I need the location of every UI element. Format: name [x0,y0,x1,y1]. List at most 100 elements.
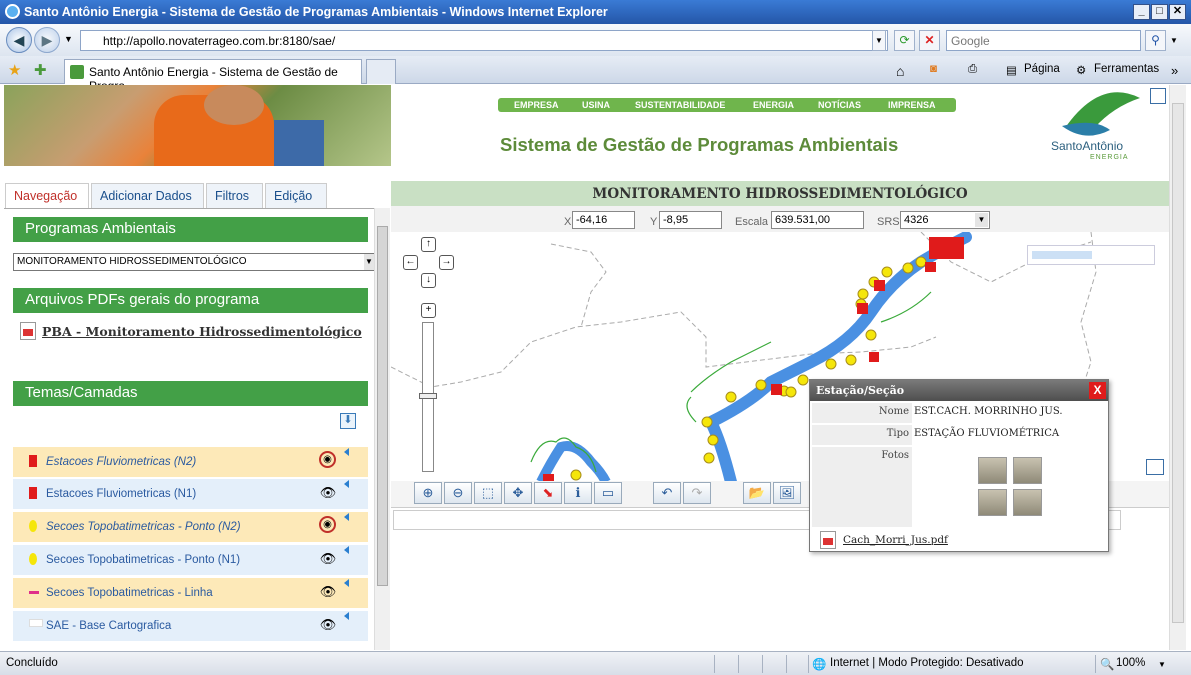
eye-hidden-icon[interactable]: ◉ [319,451,336,468]
nav-empresa[interactable]: EMPRESA [514,100,559,110]
tools-menu[interactable]: Ferramentas [1094,63,1159,75]
export-image-icon[interactable]: 🖼 [773,482,801,504]
layer-expand-icon[interactable] [344,579,349,587]
page-scrollbar[interactable] [1169,85,1186,650]
layer-item[interactable]: SAE - Base Cartografica 👁 [13,611,368,641]
left-panel-scrollbar[interactable] [374,208,390,650]
stop-icon[interactable]: ✕ [919,30,940,51]
logo-sub: ENERGIA [1090,154,1129,161]
pan-down-button[interactable]: ↓ [421,273,436,288]
zoom-icon: 🔍 [1100,659,1115,671]
popup-row-tipo: Tipo ESTAÇÃO FLUVIOMÉTRICA [812,425,1108,445]
more-commands-icon[interactable]: » [1171,63,1178,78]
programa-select[interactable]: MONITORAMENTO HIDROSSEDIMENTOLÓGICO ▼ [13,253,375,271]
eye-icon[interactable]: 👁 [319,485,337,501]
eye-icon[interactable]: 👁 [319,551,337,567]
page-menu[interactable]: Página [1024,63,1060,75]
undo-icon[interactable]: ↶ [653,482,681,504]
feeds-icon[interactable]: ◙ [930,63,937,75]
layer-item[interactable]: Secoes Topobatimetricas - Ponto (N1) 👁 [13,545,368,575]
overview-map[interactable] [1027,245,1155,265]
history-dropdown-icon[interactable]: ▼ [64,34,73,44]
y-field[interactable]: -8,95 [659,211,722,229]
print-icon[interactable]: ⎙ [968,63,977,76]
zoom-slider[interactable] [419,322,437,472]
page-maximize-button[interactable] [1150,88,1166,104]
eye-icon[interactable]: 👁 [319,584,337,600]
tab-adicionar-dados[interactable]: Adicionar Dados [91,183,204,209]
window-title: Santo Antônio Energia - Sistema de Gestã… [24,5,608,19]
nav-usina[interactable]: USINA [582,100,610,110]
srs-select[interactable]: 4326 ▼ [900,211,990,229]
x-field[interactable]: -64,16 [572,211,635,229]
nav-energia[interactable]: ENERGIA [753,100,794,110]
favorites-star-icon[interactable]: ★ [8,61,21,79]
photo-thumbnail[interactable] [978,489,1007,516]
zoom-in-button[interactable]: + [421,303,436,318]
info-tool-icon[interactable]: ℹ [564,482,592,504]
search-options-icon[interactable]: ▼ [1170,36,1178,45]
escala-field[interactable]: 639.531,00 [771,211,864,229]
home-icon[interactable]: ⌂ [896,63,904,79]
pan-right-button[interactable]: → [439,255,454,270]
close-window-button[interactable]: ✕ [1169,4,1186,20]
tab-current[interactable]: Santo Antônio Energia - Sistema de Gestã… [64,59,362,93]
measure-tool-icon[interactable]: ▭ [594,482,622,504]
layer-label: Estacoes Fluviometricas (N2) [46,456,197,468]
y-label: Y [650,216,658,228]
refresh-icon[interactable]: ⟳ [894,30,915,51]
nav-sustentabilidade[interactable]: SUSTENTABILIDADE [635,100,725,110]
photo-thumbnail[interactable] [1013,489,1042,516]
scrollbar-thumb[interactable] [377,226,388,586]
chevron-down-icon[interactable]: ▼ [975,213,988,227]
url-dropdown-icon[interactable]: ▼ [872,30,886,51]
maximize-button[interactable]: □ [1151,4,1168,20]
search-input[interactable]: Google [946,30,1141,51]
forward-button[interactable]: ▶ [34,27,60,53]
chevron-down-icon[interactable]: ▼ [364,254,374,270]
tab-filtros[interactable]: Filtros [206,183,263,209]
nav-noticias[interactable]: NOTÍCIAS [818,100,861,110]
pan-up-button[interactable]: ↑ [421,237,436,252]
tab-navegacao[interactable]: Navegação [5,183,89,209]
zoom-out-tool-icon[interactable]: ⊖ [444,482,472,504]
popup-close-button[interactable]: X [1089,382,1106,399]
layer-expand-icon[interactable] [344,513,349,521]
back-button[interactable]: ◀ [6,27,32,53]
layer-expand-icon[interactable] [344,448,349,456]
zoom-slider-knob[interactable] [419,393,437,399]
minimize-button[interactable]: _ [1133,4,1150,20]
layer-item[interactable]: Estacoes Fluviometricas (N2) ◉ [13,447,368,477]
window-titlebar: Santo Antônio Energia - Sistema de Gestã… [0,0,1191,24]
eye-hidden-icon[interactable]: ◉ [319,516,336,533]
zoom-level[interactable]: 100% [1116,657,1145,669]
map-restore-button[interactable] [1146,459,1164,475]
layer-expand-icon[interactable] [344,546,349,554]
popup-pdf-link[interactable]: Cach_Morri_Jus.pdf [843,534,948,546]
layer-item[interactable]: Secoes Topobatimetricas - Ponto (N2) ◉ [13,512,368,542]
select-tool-icon[interactable]: ⬊ [534,482,562,504]
pba-pdf-link[interactable]: PBA - Monitoramento Hidrossedimentológic… [42,324,362,339]
layer-expand-icon[interactable] [344,612,349,620]
search-icon[interactable]: ⚲ [1145,30,1166,51]
zoom-in-tool-icon[interactable]: ⊕ [414,482,442,504]
zoom-box-tool-icon[interactable]: ⬚ [474,482,502,504]
tab-edicao[interactable]: Edição [265,183,327,209]
photo-thumbnail[interactable] [1013,457,1042,484]
new-tab-button[interactable] [366,59,396,84]
layer-item[interactable]: Estacoes Fluviometricas (N1) 👁 [13,479,368,509]
layer-expand-icon[interactable] [344,480,349,488]
open-folder-icon[interactable]: 📂 [743,482,771,504]
zoom-dropdown-icon[interactable]: ▼ [1158,660,1166,669]
security-zone-text[interactable]: Internet | Modo Protegido: Desativado [830,657,1024,669]
url-field[interactable]: http://apollo.novaterrageo.com.br:8180/s… [80,30,888,51]
download-icon[interactable]: ⬇ [340,413,356,429]
photo-thumbnail[interactable] [978,457,1007,484]
pan-tool-icon[interactable]: ✥ [504,482,532,504]
layer-item[interactable]: Secoes Topobatimetricas - Linha 👁 [13,578,368,608]
add-favorites-icon[interactable]: ✚ [34,61,47,79]
pan-left-button[interactable]: ← [403,255,418,270]
eye-icon[interactable]: 👁 [319,617,337,633]
redo-icon[interactable]: ↷ [683,482,711,504]
nav-imprensa[interactable]: IMPRENSA [888,100,936,110]
